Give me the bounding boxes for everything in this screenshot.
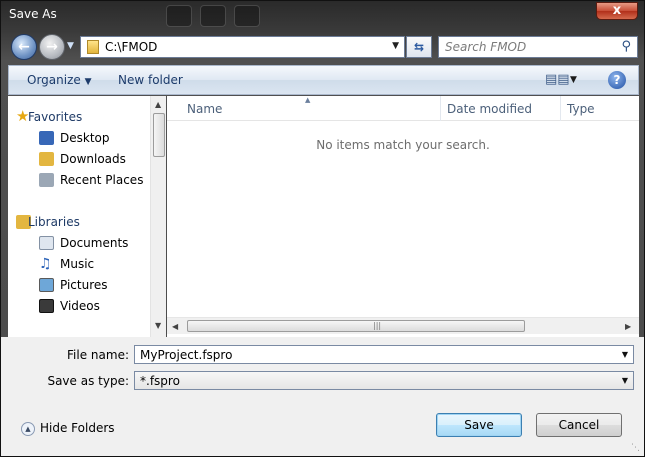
nav-item-documents[interactable]: Documents bbox=[60, 236, 128, 250]
grip-icon: ||| bbox=[373, 321, 382, 330]
back-button[interactable]: ← bbox=[11, 34, 37, 60]
nav-item-desktop[interactable]: Desktop bbox=[60, 131, 110, 145]
address-path: C:\FMOD bbox=[105, 40, 158, 54]
hide-folders-button[interactable]: ▲ Hide Folders bbox=[21, 421, 115, 436]
horizontal-scroll-thumb[interactable]: ||| bbox=[187, 320, 525, 332]
navigation-pane: ★ Favorites Desktop Downloads Recent Pla… bbox=[8, 96, 166, 337]
scroll-down-icon[interactable]: ▼ bbox=[155, 321, 161, 330]
nav-item-music[interactable]: Music bbox=[60, 257, 94, 271]
file-name-value: MyProject.fspro bbox=[140, 348, 233, 362]
scroll-up-icon[interactable]: ▲ bbox=[155, 100, 161, 109]
save-type-dropdown-icon[interactable]: ▼ bbox=[622, 376, 628, 385]
address-bar[interactable]: C:\FMOD ▼ bbox=[80, 36, 405, 58]
save-button[interactable]: Save bbox=[436, 413, 522, 437]
recent-places-icon bbox=[39, 173, 54, 187]
cancel-button[interactable]: Cancel bbox=[536, 413, 622, 437]
search-icon[interactable]: ⚲ bbox=[621, 39, 631, 54]
nav-item-recent-places[interactable]: Recent Places bbox=[60, 173, 143, 187]
chevron-down-icon: ▼ bbox=[84, 77, 92, 87]
column-type[interactable]: Type bbox=[567, 102, 595, 116]
save-type-value: *.fspro bbox=[140, 374, 180, 388]
documents-icon bbox=[39, 236, 54, 250]
window-title: Save As bbox=[9, 7, 57, 21]
sort-up-icon: ▲ bbox=[305, 96, 311, 104]
nav-group-favorites[interactable]: Favorites bbox=[28, 110, 82, 124]
save-type-select[interactable]: *.fspro ▼ bbox=[134, 371, 634, 390]
views-dropdown-icon[interactable]: ▼ bbox=[570, 75, 577, 85]
organize-label: Organize bbox=[27, 73, 81, 87]
background-glyphs bbox=[166, 5, 260, 27]
help-icon[interactable]: ? bbox=[608, 71, 626, 89]
recent-locations-dropdown-icon[interactable]: ▼ bbox=[67, 41, 74, 51]
desktop-icon bbox=[39, 131, 54, 145]
refresh-icon: ⇆ bbox=[413, 40, 425, 54]
videos-icon bbox=[39, 299, 54, 313]
save-options-panel: File name: MyProject.fspro ▼ Save as typ… bbox=[1, 337, 644, 456]
horizontal-scrollbar[interactable]: ◀ ||| ▶ bbox=[167, 317, 639, 334]
file-name-dropdown-icon[interactable]: ▼ bbox=[622, 350, 628, 359]
back-arrow-icon: ← bbox=[18, 39, 30, 55]
command-toolbar: Organize ▼ New folder ▤▤ ▼ ? bbox=[8, 65, 639, 95]
address-dropdown-icon[interactable]: ▼ bbox=[392, 41, 399, 51]
column-date-modified[interactable]: Date modified bbox=[447, 102, 532, 116]
file-list[interactable]: ▲ Name Date modified Type No items match… bbox=[167, 96, 639, 337]
hide-folders-label: Hide Folders bbox=[40, 421, 115, 435]
chevron-up-icon: ▲ bbox=[21, 421, 35, 436]
nav-group-libraries[interactable]: Libraries bbox=[28, 215, 80, 229]
column-name[interactable]: Name bbox=[187, 102, 222, 116]
forward-arrow-icon: → bbox=[46, 39, 58, 55]
save-as-dialog: Save As x ← → ▼ C:\FMOD ▼ ⇆ Search FMOD … bbox=[0, 0, 645, 457]
close-button[interactable]: x bbox=[596, 2, 638, 20]
file-name-label: File name: bbox=[67, 348, 129, 362]
nav-item-downloads[interactable]: Downloads bbox=[60, 152, 126, 166]
scroll-left-icon[interactable]: ◀ bbox=[172, 322, 178, 331]
resize-grip-icon[interactable]: ⋱ bbox=[631, 443, 640, 453]
file-name-input[interactable]: MyProject.fspro ▼ bbox=[134, 345, 634, 364]
pictures-icon bbox=[39, 278, 54, 292]
nav-item-videos[interactable]: Videos bbox=[60, 299, 100, 313]
nav-scroll-thumb[interactable] bbox=[153, 113, 165, 157]
new-folder-button[interactable]: New folder bbox=[118, 73, 183, 87]
refresh-button[interactable]: ⇆ bbox=[406, 36, 432, 58]
views-icon[interactable]: ▤▤ bbox=[545, 72, 570, 87]
forward-button[interactable]: → bbox=[39, 34, 65, 60]
search-box[interactable]: Search FMOD ⚲ bbox=[438, 36, 638, 58]
save-type-label: Save as type: bbox=[47, 374, 129, 388]
nav-scrollbar[interactable]: ▲ ▼ bbox=[150, 96, 166, 337]
downloads-icon bbox=[39, 152, 54, 166]
search-placeholder: Search FMOD bbox=[445, 40, 527, 54]
column-separator[interactable] bbox=[560, 96, 561, 121]
column-header-row: ▲ Name Date modified Type bbox=[167, 96, 639, 121]
column-separator[interactable] bbox=[440, 96, 441, 121]
nav-item-pictures[interactable]: Pictures bbox=[60, 278, 108, 292]
music-icon: ♫ bbox=[39, 256, 52, 272]
scroll-right-icon[interactable]: ▶ bbox=[625, 322, 631, 331]
organize-button[interactable]: Organize ▼ bbox=[27, 73, 92, 87]
title-bar: Save As x bbox=[1, 1, 644, 31]
empty-message: No items match your search. bbox=[316, 138, 490, 152]
folder-icon bbox=[87, 40, 99, 54]
